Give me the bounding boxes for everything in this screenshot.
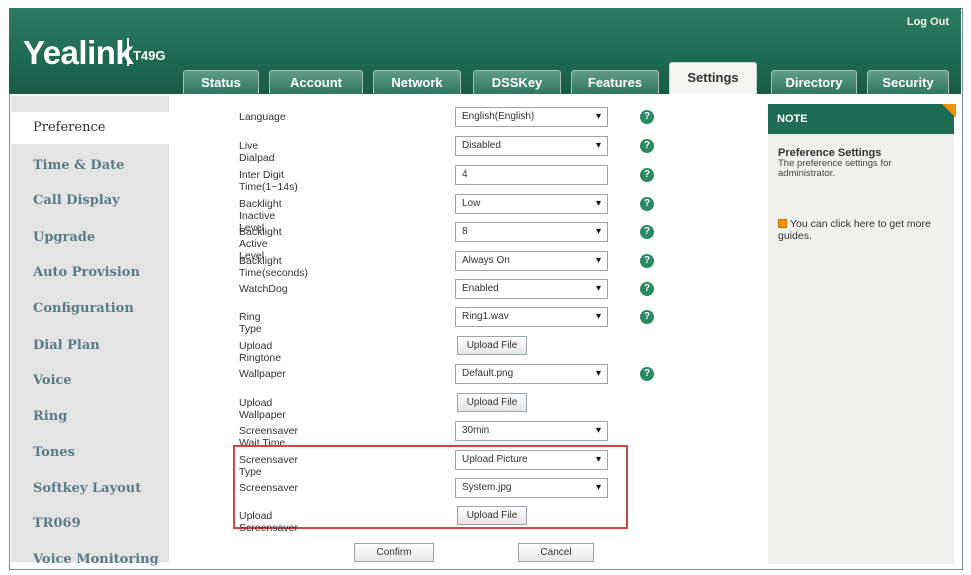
sidebar-item-upgrade[interactable]: Upgrade [11, 222, 169, 254]
logout-link[interactable]: Log Out [907, 16, 949, 28]
sidebar-item-tr069[interactable]: TR069 [11, 508, 169, 540]
note-corner-fold [942, 104, 956, 118]
label-ring-type: Ring Type [239, 311, 262, 335]
inter-digit-time-input[interactable]: 4 [455, 165, 608, 185]
label-upload-ringtone: Upload Ringtone [239, 340, 282, 364]
note-panel [768, 134, 954, 564]
label-wallpaper: Wallpaper [239, 368, 286, 380]
tab-status[interactable]: Status [183, 70, 259, 94]
tab-dsskey[interactable]: DSSKey [473, 70, 561, 94]
guide-link[interactable]: You can click here to get more guides. [778, 218, 950, 242]
guide-text[interactable]: You can click here to get more guides. [778, 218, 931, 242]
header-bar: Yealink T49G Log Out Status Account Netw… [9, 8, 961, 94]
wallpaper-select[interactable]: Default.png [455, 364, 608, 384]
note-title: NOTE [777, 113, 808, 125]
logo-divider [127, 38, 129, 66]
upload-wallpaper-button[interactable]: Upload File [457, 393, 527, 412]
sidebar-item-voice[interactable]: Voice [11, 365, 169, 397]
label-backlight-time: Backlight Time(seconds) [239, 255, 309, 279]
note-description: The preference settings for administrato… [778, 158, 892, 179]
sidebar-item-tones[interactable]: Tones [11, 437, 169, 469]
tab-network[interactable]: Network [373, 70, 461, 94]
help-icon[interactable]: ? [640, 310, 654, 324]
label-live-dialpad: Live Dialpad [239, 140, 275, 164]
backlight-inactive-select[interactable]: Low [455, 194, 608, 214]
upload-ringtone-button[interactable]: Upload File [457, 336, 527, 355]
help-icon[interactable]: ? [640, 168, 654, 182]
tab-security[interactable]: Security [867, 70, 949, 94]
help-icon[interactable]: ? [640, 110, 654, 124]
label-screensaver: Screensaver [239, 482, 298, 494]
help-icon[interactable]: ? [640, 254, 654, 268]
help-icon[interactable]: ? [640, 225, 654, 239]
help-icon[interactable]: ? [640, 282, 654, 296]
model-label: T49G [133, 48, 166, 63]
brand-logo: Yealink [23, 34, 134, 71]
ring-type-select[interactable]: Ring1.wav [455, 307, 608, 327]
cancel-button[interactable]: Cancel [518, 543, 594, 562]
backlight-time-select[interactable]: Always On [455, 251, 608, 271]
sidebar-item-preference[interactable]: Preference [11, 112, 169, 144]
label-watchdog: WatchDog [239, 283, 288, 295]
sidebar-item-softkey-layout[interactable]: Softkey Layout [11, 473, 169, 505]
watchdog-select[interactable]: Enabled [455, 279, 608, 299]
help-icon[interactable]: ? [640, 197, 654, 211]
label-inter-digit-time: Inter Digit Time(1~14s) [239, 169, 298, 193]
tab-settings[interactable]: Settings [669, 62, 757, 94]
tab-directory[interactable]: Directory [771, 70, 857, 94]
sidebar-item-dial-plan[interactable]: Dial Plan [11, 330, 169, 362]
sidebar-item-auto-provision[interactable]: Auto Provision [11, 257, 169, 289]
label-screensaver-type: Screensaver Type [239, 454, 298, 478]
confirm-button[interactable]: Confirm [354, 543, 434, 562]
sidebar: Preference Time & Date Call Display Upgr… [11, 96, 169, 567]
tab-features[interactable]: Features [571, 70, 659, 94]
sidebar-item-ring[interactable]: Ring [11, 401, 169, 433]
sidebar-item-voice-monitoring[interactable]: Voice Monitoring [11, 544, 169, 575]
book-icon [778, 219, 787, 228]
sidebar-item-configuration[interactable]: Configuration [11, 293, 169, 325]
screensaver-select[interactable]: System.jpg [455, 478, 608, 498]
label-upload-screensaver: Upload Screensaver [239, 510, 298, 534]
screensaver-type-select[interactable]: Upload Picture [455, 450, 608, 470]
tab-account[interactable]: Account [269, 70, 363, 94]
sidebar-item-call-display[interactable]: Call Display [11, 185, 169, 217]
help-icon[interactable]: ? [640, 367, 654, 381]
live-dialpad-select[interactable]: Disabled [455, 136, 608, 156]
upload-screensaver-button[interactable]: Upload File [457, 506, 527, 525]
help-icon[interactable]: ? [640, 139, 654, 153]
backlight-active-select[interactable]: 8 [455, 222, 608, 242]
label-language: Language [239, 111, 286, 123]
label-upload-wallpaper: Upload Wallpaper [239, 397, 286, 421]
sidebar-item-time-date[interactable]: Time & Date [11, 150, 169, 182]
screensaver-wait-time-select[interactable]: 30min [455, 421, 608, 441]
language-select[interactable]: English(English) [455, 107, 608, 127]
